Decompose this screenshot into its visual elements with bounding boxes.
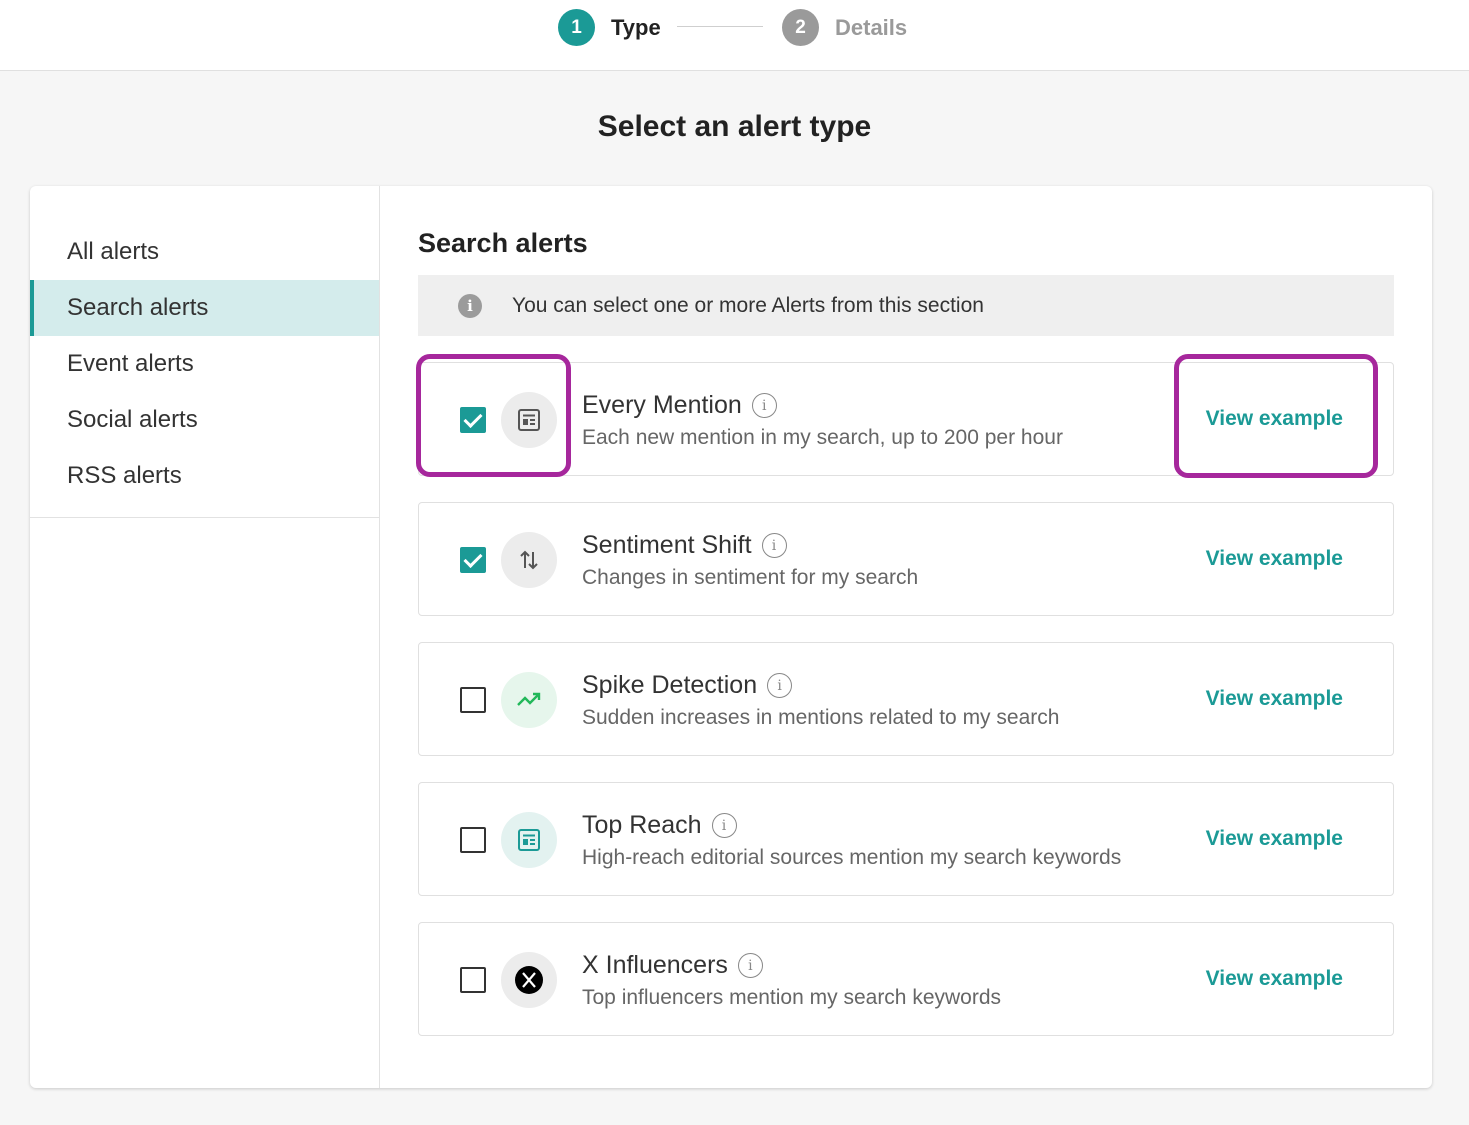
alert-title-text: Every Mention [582,391,742,419]
alert-row-every-mention[interactable]: Every Mention i Each new mention in my s… [418,362,1394,476]
sidebar-list: All alerts Search alerts Event alerts So… [30,224,379,518]
sort-arrows-icon [501,532,557,588]
alert-title-text: Spike Detection [582,671,758,699]
alert-row-sentiment-shift[interactable]: Sentiment Shift i Changes in sentiment f… [418,502,1394,616]
step-type[interactable]: 1 Type [558,9,661,46]
sidebar-item-rss-alerts[interactable]: RSS alerts [30,448,379,504]
top-reach-checkbox[interactable] [460,827,486,853]
alert-description: Top influencers mention my search keywor… [582,986,1002,1009]
sidebar-item-social-alerts[interactable]: Social alerts [30,392,379,448]
alert-row-top-reach[interactable]: Top Reach i High-reach editorial sources… [418,782,1394,896]
spike-detection-checkbox[interactable] [460,687,486,713]
step-connector [677,26,763,27]
alert-title: Every Mention i [582,391,777,420]
alert-description: Sudden increases in mentions related to … [582,706,1060,729]
view-example-link[interactable]: View example [1206,687,1343,711]
alert-description: Changes in sentiment for my search [582,566,919,589]
document-icon [501,392,557,448]
alert-row-spike-detection[interactable]: Spike Detection i Sudden increases in me… [418,642,1394,756]
alert-description: Each new mention in my search, up to 200… [582,426,1063,449]
page-title: Select an alert type [597,110,872,143]
x-logo-icon [501,952,557,1008]
step-label: Type [611,14,661,40]
info-circle-icon[interactable]: i [767,673,793,698]
alert-type-card: All alerts Search alerts Event alerts So… [30,186,1432,1088]
sentiment-shift-checkbox[interactable] [460,547,486,573]
info-icon: i [458,293,482,318]
step-label: Details [835,14,908,40]
info-circle-icon[interactable]: i [737,953,763,978]
x-influencers-checkbox[interactable] [460,967,486,993]
step-number: 1 [558,9,595,46]
alert-title-text: X Influencers [582,951,728,979]
alert-title-text: Sentiment Shift [582,531,752,559]
trending-up-icon [501,672,557,728]
document-icon [501,812,557,868]
info-banner: i You can select one or more Alerts from… [418,275,1394,336]
alert-title-text: Top Reach [582,811,702,839]
alert-title: Sentiment Shift i [582,531,787,560]
view-example-link[interactable]: View example [1206,407,1343,431]
info-circle-icon[interactable]: i [761,533,787,558]
section-title: Search alerts [418,228,588,258]
info-circle-icon[interactable]: i [711,813,737,838]
view-example-link[interactable]: View example [1206,967,1343,991]
alert-row-x-influencers[interactable]: X Influencers i Top influencers mention … [418,922,1394,1036]
sidebar-item-all-alerts[interactable]: All alerts [30,224,379,280]
alert-title: Top Reach i [582,811,737,840]
info-text: You can select one or more Alerts from t… [512,293,984,317]
step-details[interactable]: 2 Details [782,9,907,46]
alert-title: Spike Detection i [582,671,793,700]
alert-title: X Influencers i [582,951,763,980]
alert-description: High-reach editorial sources mention my … [582,846,1122,869]
sidebar-item-search-alerts[interactable]: Search alerts [30,280,379,336]
stepper: 1 Type 2 Details [0,0,1469,71]
every-mention-checkbox[interactable] [460,407,486,433]
view-example-link[interactable]: View example [1206,827,1343,851]
info-circle-icon[interactable]: i [751,393,777,418]
sidebar: All alerts Search alerts Event alerts So… [30,186,380,1088]
view-example-link[interactable]: View example [1206,547,1343,571]
sidebar-item-event-alerts[interactable]: Event alerts [30,336,379,392]
step-number: 2 [782,9,819,46]
